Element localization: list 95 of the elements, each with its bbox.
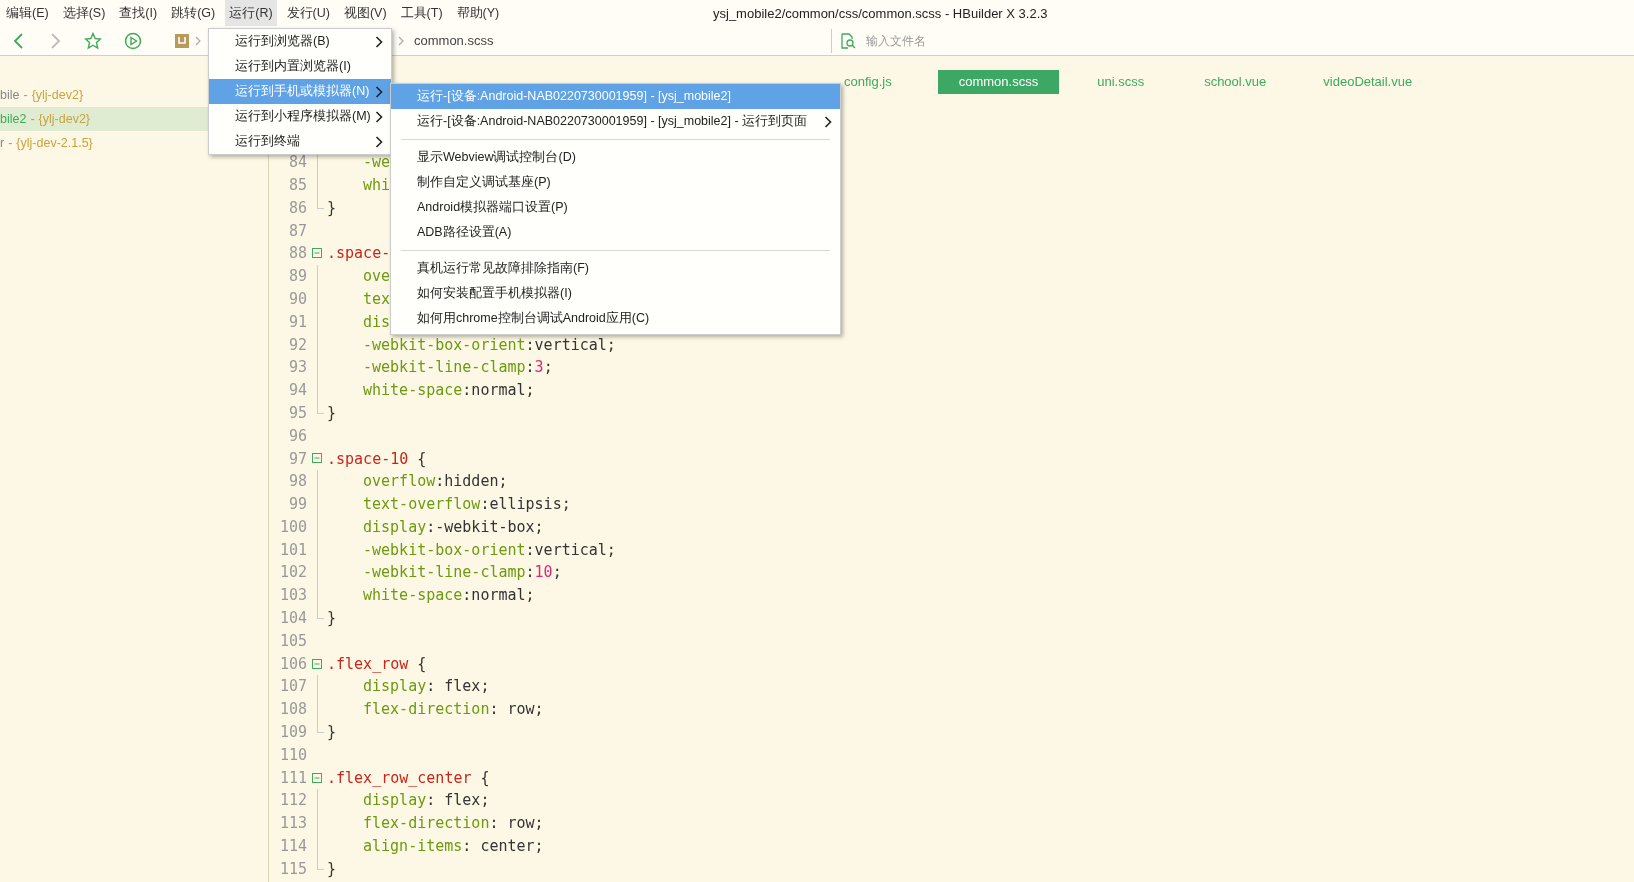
line-number: 89 <box>287 266 307 288</box>
fold-icon[interactable] <box>312 248 322 259</box>
line-number: 94 <box>287 380 307 402</box>
menu-item[interactable]: 跳转(G) <box>167 0 220 26</box>
line-number: 95 <box>287 402 307 424</box>
code-line: } <box>327 722 337 744</box>
menu-item[interactable]: 制作自定义调试基座(P) <box>391 170 840 195</box>
code-line: flex-direction: row; <box>362 813 544 835</box>
line-number: 98 <box>287 471 307 493</box>
file-search-field[interactable]: 输入文件名 <box>866 31 1167 50</box>
line-number: 99 <box>287 494 307 516</box>
fold-icon[interactable] <box>312 453 322 464</box>
menu-item[interactable]: 视图(V) <box>339 0 391 26</box>
line-number: 107 <box>278 676 307 698</box>
menu-item[interactable]: 编辑(E) <box>2 0 53 26</box>
box-icon[interactable] <box>175 33 189 48</box>
menu-item[interactable]: Android模拟器端口设置(P) <box>391 195 840 220</box>
line-number: 114 <box>278 836 307 858</box>
line-number: 87 <box>287 220 307 242</box>
code-line: -webkit-box-orient:vertical; <box>362 334 616 356</box>
back-icon[interactable] <box>12 32 26 49</box>
code-line: .space- <box>327 243 391 265</box>
line-number: 109 <box>278 722 307 744</box>
code-line: ove <box>362 266 391 288</box>
menu-item[interactable]: 如何用chrome控制台调试Android应用(C) <box>391 306 840 331</box>
menu-item[interactable]: 帮助(Y) <box>452 0 504 26</box>
line-number: 113 <box>278 813 307 835</box>
line-number: 85 <box>287 174 307 196</box>
line-number: 101 <box>278 539 307 561</box>
code-line: -webkit-line-clamp:3; <box>362 357 553 379</box>
line-number: 110 <box>278 744 307 766</box>
code-line: overflow:hidden; <box>362 471 508 493</box>
code-line: -webkit-box-orient:vertical; <box>362 539 616 561</box>
line-number: 111 <box>278 767 307 789</box>
code-line: dis <box>362 311 391 333</box>
code-line: whi <box>362 174 391 196</box>
code-line: .space-10 { <box>327 448 427 470</box>
code-line: -webkit-line-clamp:10; <box>362 562 562 584</box>
code-line: display:-webkit-box; <box>362 516 544 538</box>
menu-item[interactable]: 发行(U) <box>282 0 334 26</box>
code-line: display: flex; <box>362 790 490 812</box>
menu-item[interactable]: 运行到内置浏览器(I) <box>209 54 391 79</box>
line-number: 100 <box>278 516 307 538</box>
code-line: .flex_row_center { <box>327 767 490 789</box>
menu-item[interactable]: 查找(I) <box>115 0 162 26</box>
fold-icon[interactable] <box>312 772 322 783</box>
line-number: 92 <box>287 334 307 356</box>
line-number: 97 <box>287 448 307 470</box>
line-number: 96 <box>287 425 307 447</box>
menu-item[interactable]: 如何安装配置手机模拟器(I) <box>391 281 840 306</box>
code-line: white-space:normal; <box>362 380 535 402</box>
code-line: tex <box>362 288 391 310</box>
line-number: 88 <box>287 243 307 265</box>
line-number: 102 <box>278 562 307 584</box>
code-line: display: flex; <box>362 676 490 698</box>
code-line: } <box>327 858 337 880</box>
menu-item[interactable]: 运行-[设备:Android-NAB0220730001959] - [ysj_mobile2] - 运行到页面 <box>391 109 840 134</box>
search-icon <box>840 32 857 49</box>
menu-item[interactable]: 工具(T) <box>396 0 447 26</box>
line-number: 112 <box>278 790 307 812</box>
play-icon[interactable] <box>124 31 142 50</box>
line-number: 104 <box>278 608 307 630</box>
line-number: 90 <box>287 288 307 310</box>
line-number: 86 <box>287 197 307 219</box>
chevron-icon <box>398 35 405 46</box>
line-number: 115 <box>278 858 307 880</box>
code-line: .flex_row { <box>327 653 427 675</box>
window-title: ysj_mobile2/common/css/common.scss - HBuilder X 3.2.3 <box>713 5 1048 23</box>
star-icon[interactable] <box>84 31 102 50</box>
chevron-icon <box>195 35 202 46</box>
menu-item[interactable]: 运行到浏览器(B) <box>209 29 391 54</box>
code-line: } <box>327 402 337 424</box>
forward-icon[interactable] <box>48 32 62 49</box>
line-number: 103 <box>278 585 307 607</box>
line-number: 84 <box>287 152 307 174</box>
fold-icon[interactable] <box>312 658 322 669</box>
code-line: } <box>327 608 337 630</box>
code-line: align-items: center; <box>362 836 544 858</box>
line-number: 93 <box>287 357 307 379</box>
menu-item[interactable]: 运行到终端 <box>209 129 391 154</box>
line-number: 106 <box>278 653 307 675</box>
breadcrumb-item[interactable]: common.scss <box>414 30 494 51</box>
code-line: } <box>327 197 337 219</box>
code-line: -we <box>362 152 391 174</box>
code-line: white-space:normal; <box>362 585 535 607</box>
menu-item[interactable]: 运行(R) <box>225 0 277 26</box>
code-line: text-overflow:ellipsis; <box>362 494 571 516</box>
code-line: flex-direction: row; <box>362 699 544 721</box>
line-number: 91 <box>287 311 307 333</box>
menu-item[interactable]: 选择(S) <box>58 0 110 26</box>
menu-item[interactable]: ADB路径设置(A) <box>391 220 840 245</box>
menu-item[interactable]: 显示Webview调试控制台(D) <box>391 145 840 170</box>
menu-item[interactable]: 真机运行常见故障排除指南(F) <box>391 256 840 281</box>
line-number: 108 <box>278 699 307 721</box>
line-number: 105 <box>278 630 307 652</box>
